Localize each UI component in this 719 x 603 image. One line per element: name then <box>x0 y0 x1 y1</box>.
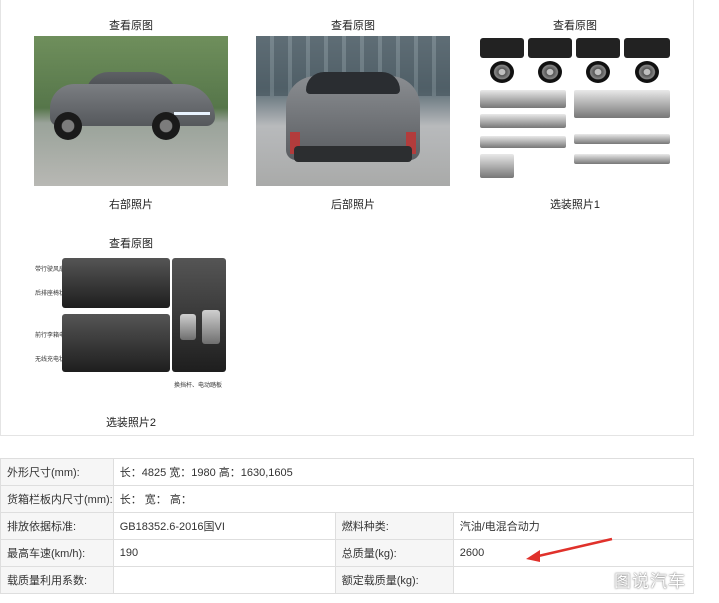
wheel-tile <box>624 38 670 58</box>
spec-table: 外形尺寸(mm): 长：4825 宽：1980 高：1630,1605 货箱栏板… <box>0 458 695 594</box>
photo-caption: 选装照片1 <box>549 199 601 211</box>
wheel-tile <box>480 38 524 58</box>
spec-label: 排放依据标准: <box>0 512 114 540</box>
light-panel <box>480 154 514 178</box>
hood-panel <box>574 90 670 118</box>
view-original-link[interactable]: 查看原图 <box>478 18 672 34</box>
bumper-panel <box>480 90 566 108</box>
photo-card-rear: 查看原图 后部照片 <box>256 18 450 212</box>
spec-label: 载质量利用系数: <box>0 566 114 594</box>
option-note: 换挡杆、电动踏板 <box>174 383 223 389</box>
view-original-link[interactable]: 查看原图 <box>34 236 228 252</box>
photo-caption: 右部照片 <box>109 199 153 211</box>
right-side-photo[interactable] <box>34 36 228 186</box>
rear-bumper <box>294 146 412 162</box>
spec-label: 总质量(kg): <box>334 539 454 567</box>
rear-window <box>306 72 400 94</box>
trim-panel <box>480 136 566 148</box>
trim-panel <box>574 134 670 144</box>
photo-card-option1: 查看原图 选装照片1 <box>478 18 672 212</box>
red-arrow-annotation <box>526 537 613 562</box>
spec-label: 外形尺寸(mm): <box>0 458 114 486</box>
rim-icon <box>586 61 610 83</box>
rim-icon <box>635 61 659 83</box>
spec-value: GB18352.6-2016国VI <box>112 512 336 540</box>
spec-value: 长：4825 宽：1980 高：1630,1605 <box>112 458 695 486</box>
photo-caption: 后部照片 <box>331 199 375 211</box>
wheel-tile <box>528 38 572 58</box>
option-photo-1[interactable] <box>478 36 672 186</box>
pedal <box>180 314 196 340</box>
spec-label: 货箱栏板内尺寸(mm): <box>0 485 114 513</box>
rear-photo[interactable] <box>256 36 450 186</box>
photo-card-option2: 查看原图 带行驶风扇电动门 后排座椅状态 前行李箱电动后门 无线充电状态 换挡杆… <box>34 236 228 430</box>
table-row: 载质量利用系数: 额定载质量(kg): <box>0 566 695 594</box>
spec-value: 190 <box>112 539 336 567</box>
view-original-link[interactable]: 查看原图 <box>256 18 450 34</box>
spec-label: 燃料种类: <box>334 512 454 540</box>
table-row: 货箱栏板内尺寸(mm): 长： 宽： 高： <box>0 485 695 513</box>
spec-value: 长： 宽： 高： <box>112 485 695 513</box>
trim-panel <box>574 154 670 164</box>
spec-label: 额定载质量(kg): <box>334 566 454 594</box>
photo-caption: 选装照片2 <box>105 417 157 429</box>
trunk-shot <box>62 258 170 308</box>
rim-icon <box>538 61 562 83</box>
photo-card-right: 查看原图 右部照片 <box>34 18 228 212</box>
table-row: 外形尺寸(mm): 长：4825 宽：1980 高：1630,1605 <box>0 458 695 486</box>
wheel-tile <box>576 38 620 58</box>
front-wheel <box>152 112 180 140</box>
rim-icon <box>490 61 514 83</box>
trim-panel <box>480 114 566 128</box>
pedal <box>202 310 220 344</box>
photo-gallery: 查看原图 右部照片 查看原图 后部照片 查看原图 选装照片1 查看原图 带行驶风… <box>0 0 694 436</box>
spec-value <box>112 566 336 594</box>
headlight <box>174 112 210 115</box>
spec-label: 最高车速(km/h): <box>0 539 114 567</box>
view-original-link[interactable]: 查看原图 <box>34 18 228 34</box>
frunk-shot <box>62 314 170 372</box>
rear-wheel <box>54 112 82 140</box>
watermark: 图说汽车 <box>614 572 686 591</box>
option-photo-2[interactable]: 带行驶风扇电动门 后排座椅状态 前行李箱电动后门 无线充电状态 换挡杆、电动踏板 <box>34 254 228 404</box>
